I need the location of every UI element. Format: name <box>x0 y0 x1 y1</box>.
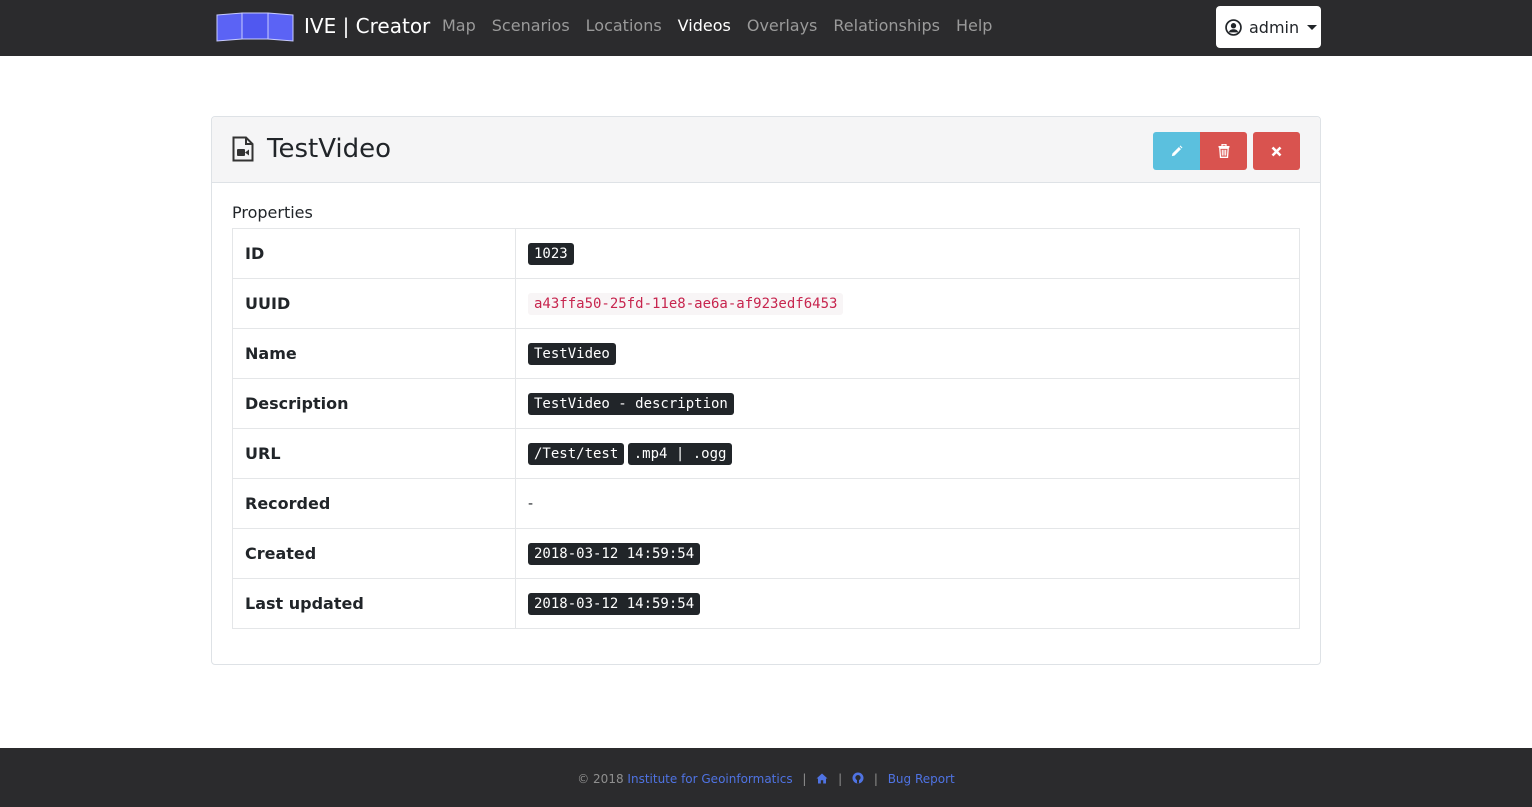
separator: | <box>838 772 843 786</box>
property-value-cell: 2018-03-12 14:59:54 <box>515 578 1300 629</box>
table-row-url: URL /Test/test .mp4 | .ogg <box>232 428 1300 479</box>
edit-button[interactable] <box>1153 132 1200 170</box>
nav-item-scenarios[interactable]: Scenarios <box>492 15 570 37</box>
table-row-description: Description TestVideo - description <box>232 378 1300 429</box>
property-key: Last updated <box>232 578 516 629</box>
brand-title[interactable]: IVE | Creator <box>304 13 430 39</box>
property-value-cell: a43ffa50-25fd-11e8-ae6a-af923edf6453 <box>515 278 1300 329</box>
nav-item-relationships[interactable]: Relationships <box>833 15 940 37</box>
table-row-recorded: Recorded - <box>232 478 1300 529</box>
recorded-value: - <box>528 495 534 512</box>
property-value-cell: 1023 <box>515 228 1300 279</box>
user-circle-icon <box>1225 18 1242 36</box>
uuid-value: a43ffa50-25fd-11e8-ae6a-af923edf6453 <box>528 292 844 315</box>
table-row-id: ID 1023 <box>232 228 1300 279</box>
video-detail-card: TestVideo Properties ID 1023 UUID a43ffa… <box>211 116 1321 665</box>
navbar: IVE | Creator Map Scenarios Locations Vi… <box>0 0 1532 56</box>
close-button[interactable] <box>1253 132 1300 170</box>
trash-icon <box>1218 144 1229 158</box>
created-value: 2018-03-12 14:59:54 <box>528 542 701 565</box>
property-key: URL <box>232 428 516 479</box>
separator: | <box>802 772 807 786</box>
bug-report-link[interactable]: Bug Report <box>888 772 955 786</box>
url-extensions: .mp4 | .ogg <box>627 442 733 465</box>
table-row-updated: Last updated 2018-03-12 14:59:54 <box>232 578 1300 629</box>
property-value-cell: TestVideo - description <box>515 378 1300 429</box>
home-icon[interactable] <box>816 773 828 784</box>
footer: © 2018 Institute for Geoinformatics | | … <box>0 748 1532 807</box>
user-name: admin <box>1249 17 1300 37</box>
nav-item-map[interactable]: Map <box>442 15 476 37</box>
id-value: 1023 <box>528 242 574 265</box>
table-row-name: Name TestVideo <box>232 328 1300 379</box>
user-menu-button[interactable]: admin <box>1216 6 1321 48</box>
brand-logo-icon[interactable] <box>216 12 294 42</box>
table-row-uuid: UUID a43ffa50-25fd-11e8-ae6a-af923edf645… <box>232 278 1300 329</box>
table-row-created: Created 2018-03-12 14:59:54 <box>232 528 1300 579</box>
url-value: /Test/test <box>528 442 625 465</box>
property-key: UUID <box>232 278 516 329</box>
property-value-cell: TestVideo <box>515 328 1300 379</box>
property-key: Description <box>232 378 516 429</box>
main-nav: Map Scenarios Locations Videos Overlays … <box>442 15 992 37</box>
name-value: TestVideo <box>528 342 616 365</box>
nav-item-videos[interactable]: Videos <box>678 15 731 37</box>
property-key: Created <box>232 528 516 579</box>
property-value-cell: /Test/test .mp4 | .ogg <box>515 428 1300 479</box>
close-icon <box>1271 146 1282 156</box>
properties-table: ID 1023 UUID a43ffa50-25fd-11e8-ae6a-af9… <box>232 228 1300 629</box>
github-icon[interactable] <box>852 772 864 784</box>
caret-down-icon <box>1307 24 1318 30</box>
nav-item-help[interactable]: Help <box>956 15 992 37</box>
footer-line: © 2018 Institute for Geoinformatics | | … <box>0 771 1532 787</box>
property-value-cell: - <box>515 478 1300 529</box>
properties-heading: Properties <box>232 203 313 222</box>
updated-value: 2018-03-12 14:59:54 <box>528 592 701 615</box>
video-file-icon <box>232 136 254 162</box>
card-header: TestVideo <box>212 117 1320 183</box>
delete-button[interactable] <box>1200 132 1247 170</box>
copyright-text: © 2018 <box>577 772 624 786</box>
property-key: Recorded <box>232 478 516 529</box>
page-title: TestVideo <box>267 134 392 164</box>
nav-item-locations[interactable]: Locations <box>586 15 662 37</box>
property-key: Name <box>232 328 516 379</box>
nav-item-overlays[interactable]: Overlays <box>747 15 818 37</box>
property-value-cell: 2018-03-12 14:59:54 <box>515 528 1300 579</box>
property-key: ID <box>232 228 516 279</box>
institute-link[interactable]: Institute for Geoinformatics <box>627 772 792 786</box>
description-value: TestVideo - description <box>528 392 734 415</box>
pencil-icon <box>1171 145 1183 156</box>
separator: | <box>873 772 878 786</box>
